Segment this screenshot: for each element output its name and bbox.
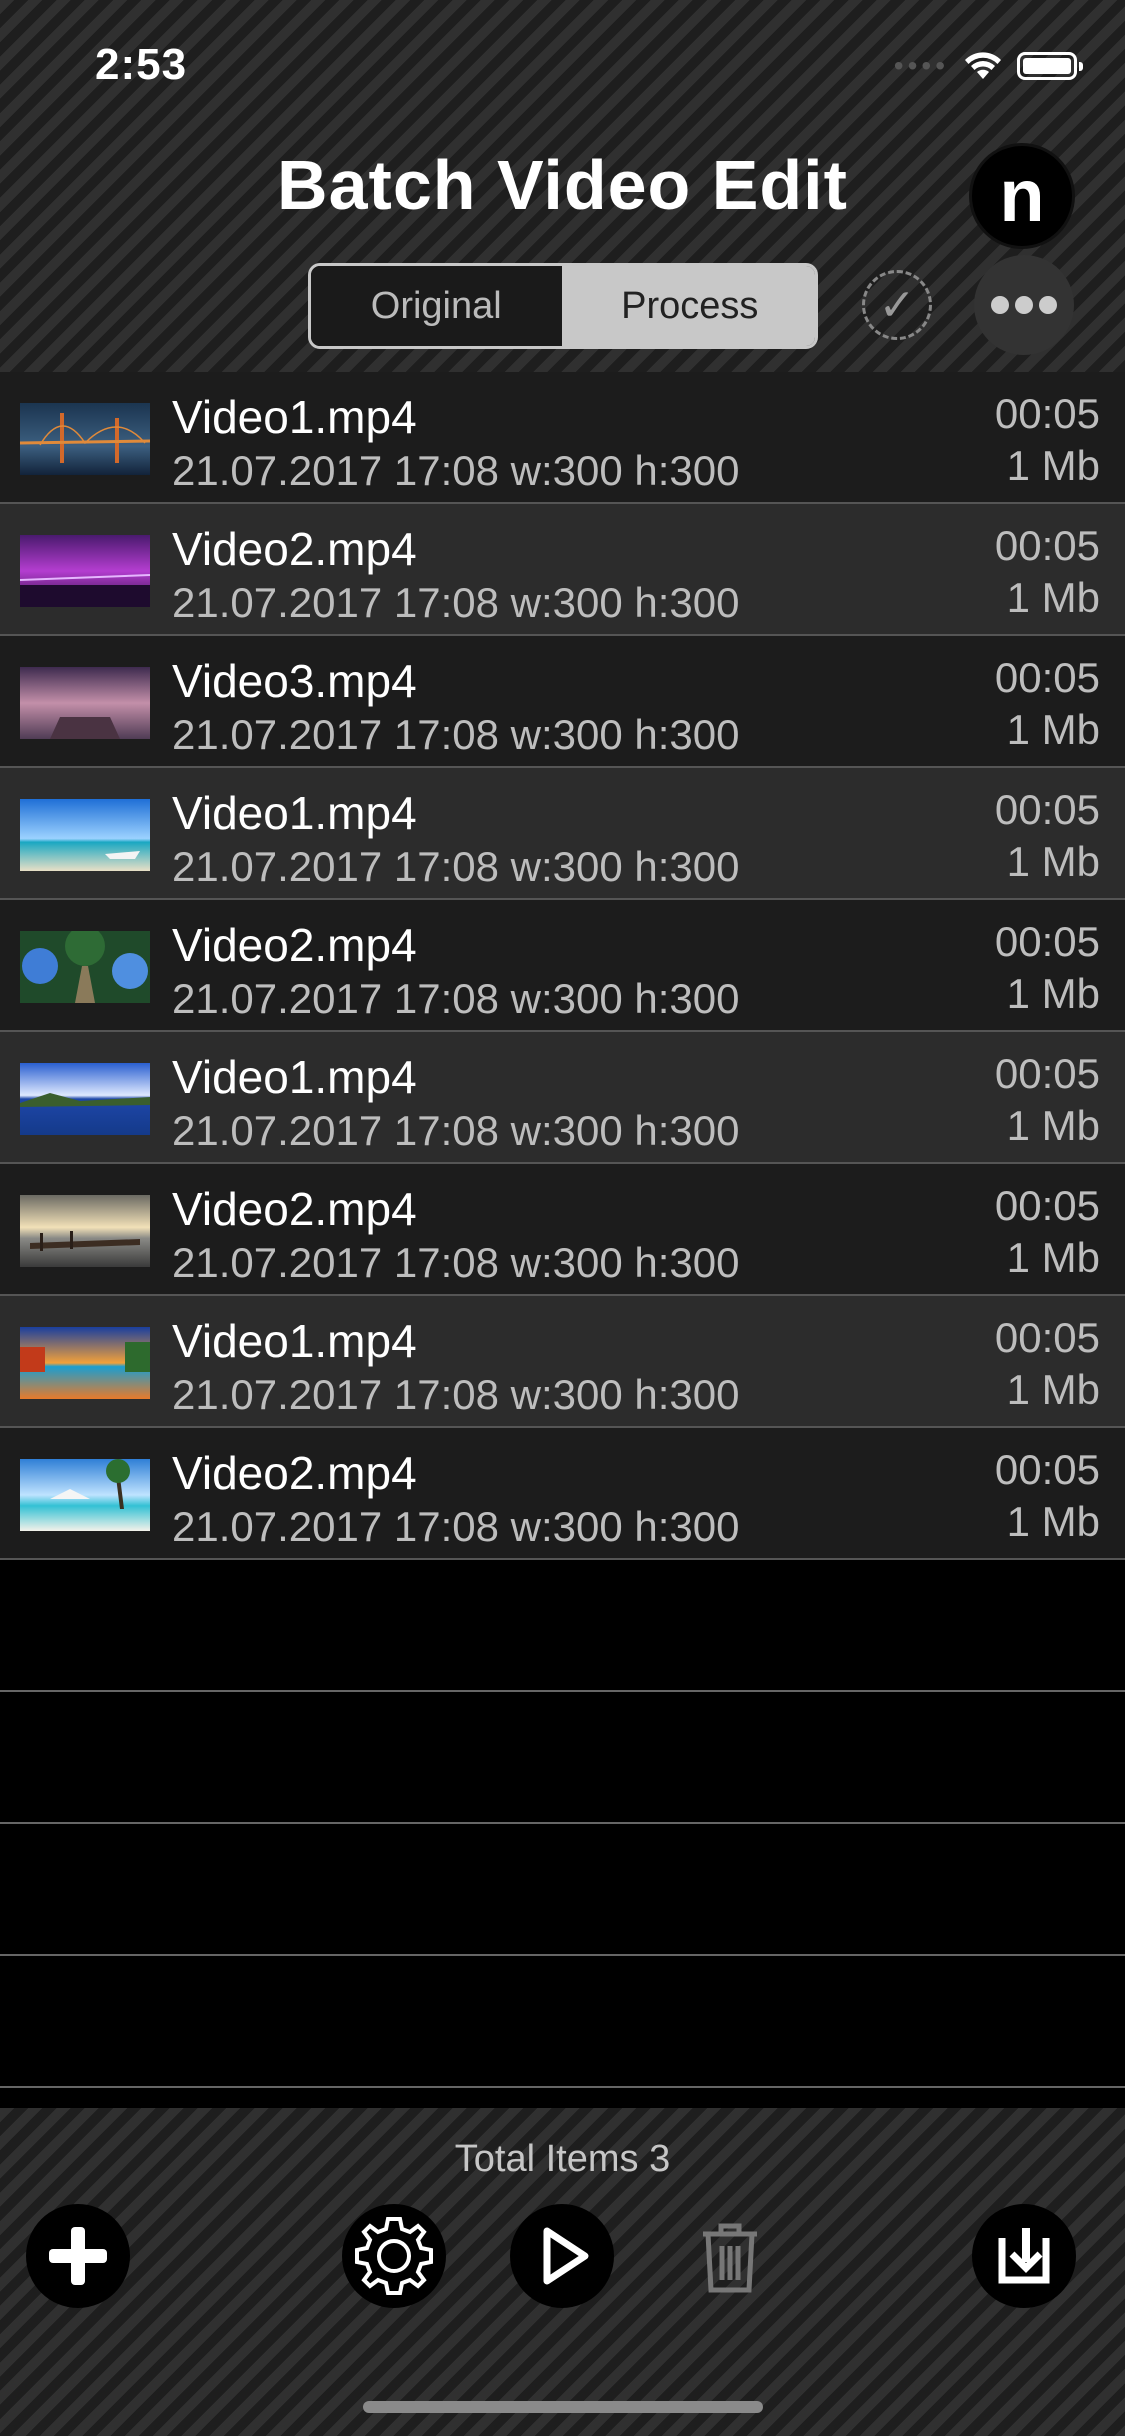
- play-button[interactable]: [510, 2204, 614, 2308]
- video-duration: 00:05: [994, 1446, 1100, 1493]
- list-item[interactable]: Video2.mp4 21.07.2017 17:08 w:300 h:300 …: [0, 900, 1125, 1032]
- video-thumbnail: [20, 667, 150, 739]
- video-size: 1 Mb: [1006, 574, 1100, 621]
- empty-row: [0, 1956, 1125, 2088]
- signal-icon: ••••: [893, 50, 949, 81]
- video-size: 1 Mb: [1006, 1234, 1100, 1281]
- video-thumbnail: [20, 931, 150, 1003]
- video-thumbnail: [20, 1459, 150, 1531]
- total-items-label: Total Items 3: [454, 2138, 671, 2180]
- video-thumbnail: [20, 403, 150, 475]
- list-item[interactable]: Video2.mp4 21.07.2017 17:08 w:300 h:300 …: [0, 1428, 1125, 1560]
- empty-row: [0, 1560, 1125, 1692]
- more-options-icon[interactable]: [974, 255, 1074, 355]
- video-thumbnail: [20, 535, 150, 607]
- video-thumbnail: [20, 1195, 150, 1267]
- video-meta: 21.07.2017 17:08 w:300 h:300: [172, 1371, 740, 1418]
- video-meta: 21.07.2017 17:08 w:300 h:300: [172, 447, 740, 494]
- video-duration: 00:05: [994, 390, 1100, 437]
- video-name: Video2.mp4: [172, 919, 417, 971]
- video-size: 1 Mb: [1006, 1102, 1100, 1149]
- gear-icon: [355, 2217, 433, 2295]
- wifi-icon: [965, 52, 1001, 79]
- select-all-check-icon[interactable]: ✓: [862, 270, 932, 340]
- delete-button[interactable]: [690, 2218, 770, 2298]
- status-icons: ••••: [893, 50, 1083, 82]
- empty-row: [0, 1824, 1125, 1956]
- video-size: 1 Mb: [1006, 970, 1100, 1017]
- video-name: Video1.mp4: [172, 1051, 417, 1103]
- video-meta: 21.07.2017 17:08 w:300 h:300: [172, 1239, 740, 1286]
- settings-button[interactable]: [342, 2204, 446, 2308]
- app-logo-button[interactable]: n: [972, 146, 1072, 246]
- list-item[interactable]: Video2.mp4 21.07.2017 17:08 w:300 h:300 …: [0, 504, 1125, 636]
- video-duration: 00:05: [994, 1050, 1100, 1097]
- video-meta: 21.07.2017 17:08 w:300 h:300: [172, 711, 740, 758]
- video-size: 1 Mb: [1006, 706, 1100, 753]
- segment-original[interactable]: Original: [311, 266, 565, 346]
- video-size: 1 Mb: [1006, 1498, 1100, 1545]
- battery-icon: [1017, 52, 1083, 80]
- status-time: 2:53: [95, 40, 188, 89]
- video-name: Video1.mp4: [172, 787, 417, 839]
- video-meta: 21.07.2017 17:08 w:300 h:300: [172, 1503, 740, 1550]
- list-item[interactable]: Video1.mp4 21.07.2017 17:08 w:300 h:300 …: [0, 372, 1125, 504]
- video-duration: 00:05: [994, 1314, 1100, 1361]
- video-meta: 21.07.2017 17:08 w:300 h:300: [172, 975, 740, 1022]
- list-item[interactable]: Video3.mp4 21.07.2017 17:08 w:300 h:300 …: [0, 636, 1125, 768]
- video-size: 1 Mb: [1006, 442, 1100, 489]
- video-thumbnail: [20, 799, 150, 871]
- video-thumbnail: [20, 1063, 150, 1135]
- download-icon: [998, 2228, 1050, 2284]
- empty-row: [0, 1692, 1125, 1824]
- view-segmented-control[interactable]: Original Process: [308, 263, 818, 349]
- video-meta: 21.07.2017 17:08 w:300 h:300: [172, 579, 740, 626]
- list-item[interactable]: Video1.mp4 21.07.2017 17:08 w:300 h:300 …: [0, 768, 1125, 900]
- video-duration: 00:05: [994, 654, 1100, 701]
- video-duration: 00:05: [994, 786, 1100, 833]
- plus-icon: [49, 2227, 107, 2285]
- video-name: Video3.mp4: [172, 655, 417, 707]
- video-size: 1 Mb: [1006, 1366, 1100, 1413]
- header: 2:53 •••• Batch Video Edit n Original Pr…: [0, 0, 1125, 372]
- add-button[interactable]: [26, 2204, 130, 2308]
- list-item[interactable]: Video1.mp4 21.07.2017 17:08 w:300 h:300 …: [0, 1032, 1125, 1164]
- video-list: Video1.mp4 21.07.2017 17:08 w:300 h:300 …: [0, 372, 1125, 2088]
- video-duration: 00:05: [994, 1182, 1100, 1229]
- page-title: Batch Video Edit: [277, 146, 848, 224]
- trash-icon: [703, 2223, 757, 2293]
- video-name: Video2.mp4: [172, 1447, 417, 1499]
- list-item[interactable]: Video1.mp4 21.07.2017 17:08 w:300 h:300 …: [0, 1296, 1125, 1428]
- video-size: 1 Mb: [1006, 838, 1100, 885]
- video-meta: 21.07.2017 17:08 w:300 h:300: [172, 843, 740, 890]
- video-name: Video1.mp4: [172, 391, 417, 443]
- video-meta: 21.07.2017 17:08 w:300 h:300: [172, 1107, 740, 1154]
- video-duration: 00:05: [994, 918, 1100, 965]
- export-button[interactable]: [972, 2204, 1076, 2308]
- video-duration: 00:05: [994, 522, 1100, 569]
- video-thumbnail: [20, 1327, 150, 1399]
- list-item[interactable]: Video2.mp4 21.07.2017 17:08 w:300 h:300 …: [0, 1164, 1125, 1296]
- video-name: Video1.mp4: [172, 1315, 417, 1367]
- home-indicator: [363, 2401, 763, 2413]
- segment-process[interactable]: Process: [564, 266, 815, 346]
- play-icon: [543, 2227, 589, 2285]
- video-name: Video2.mp4: [172, 523, 417, 575]
- video-name: Video2.mp4: [172, 1183, 417, 1235]
- footer-toolbar: Total Items 3: [0, 2108, 1125, 2436]
